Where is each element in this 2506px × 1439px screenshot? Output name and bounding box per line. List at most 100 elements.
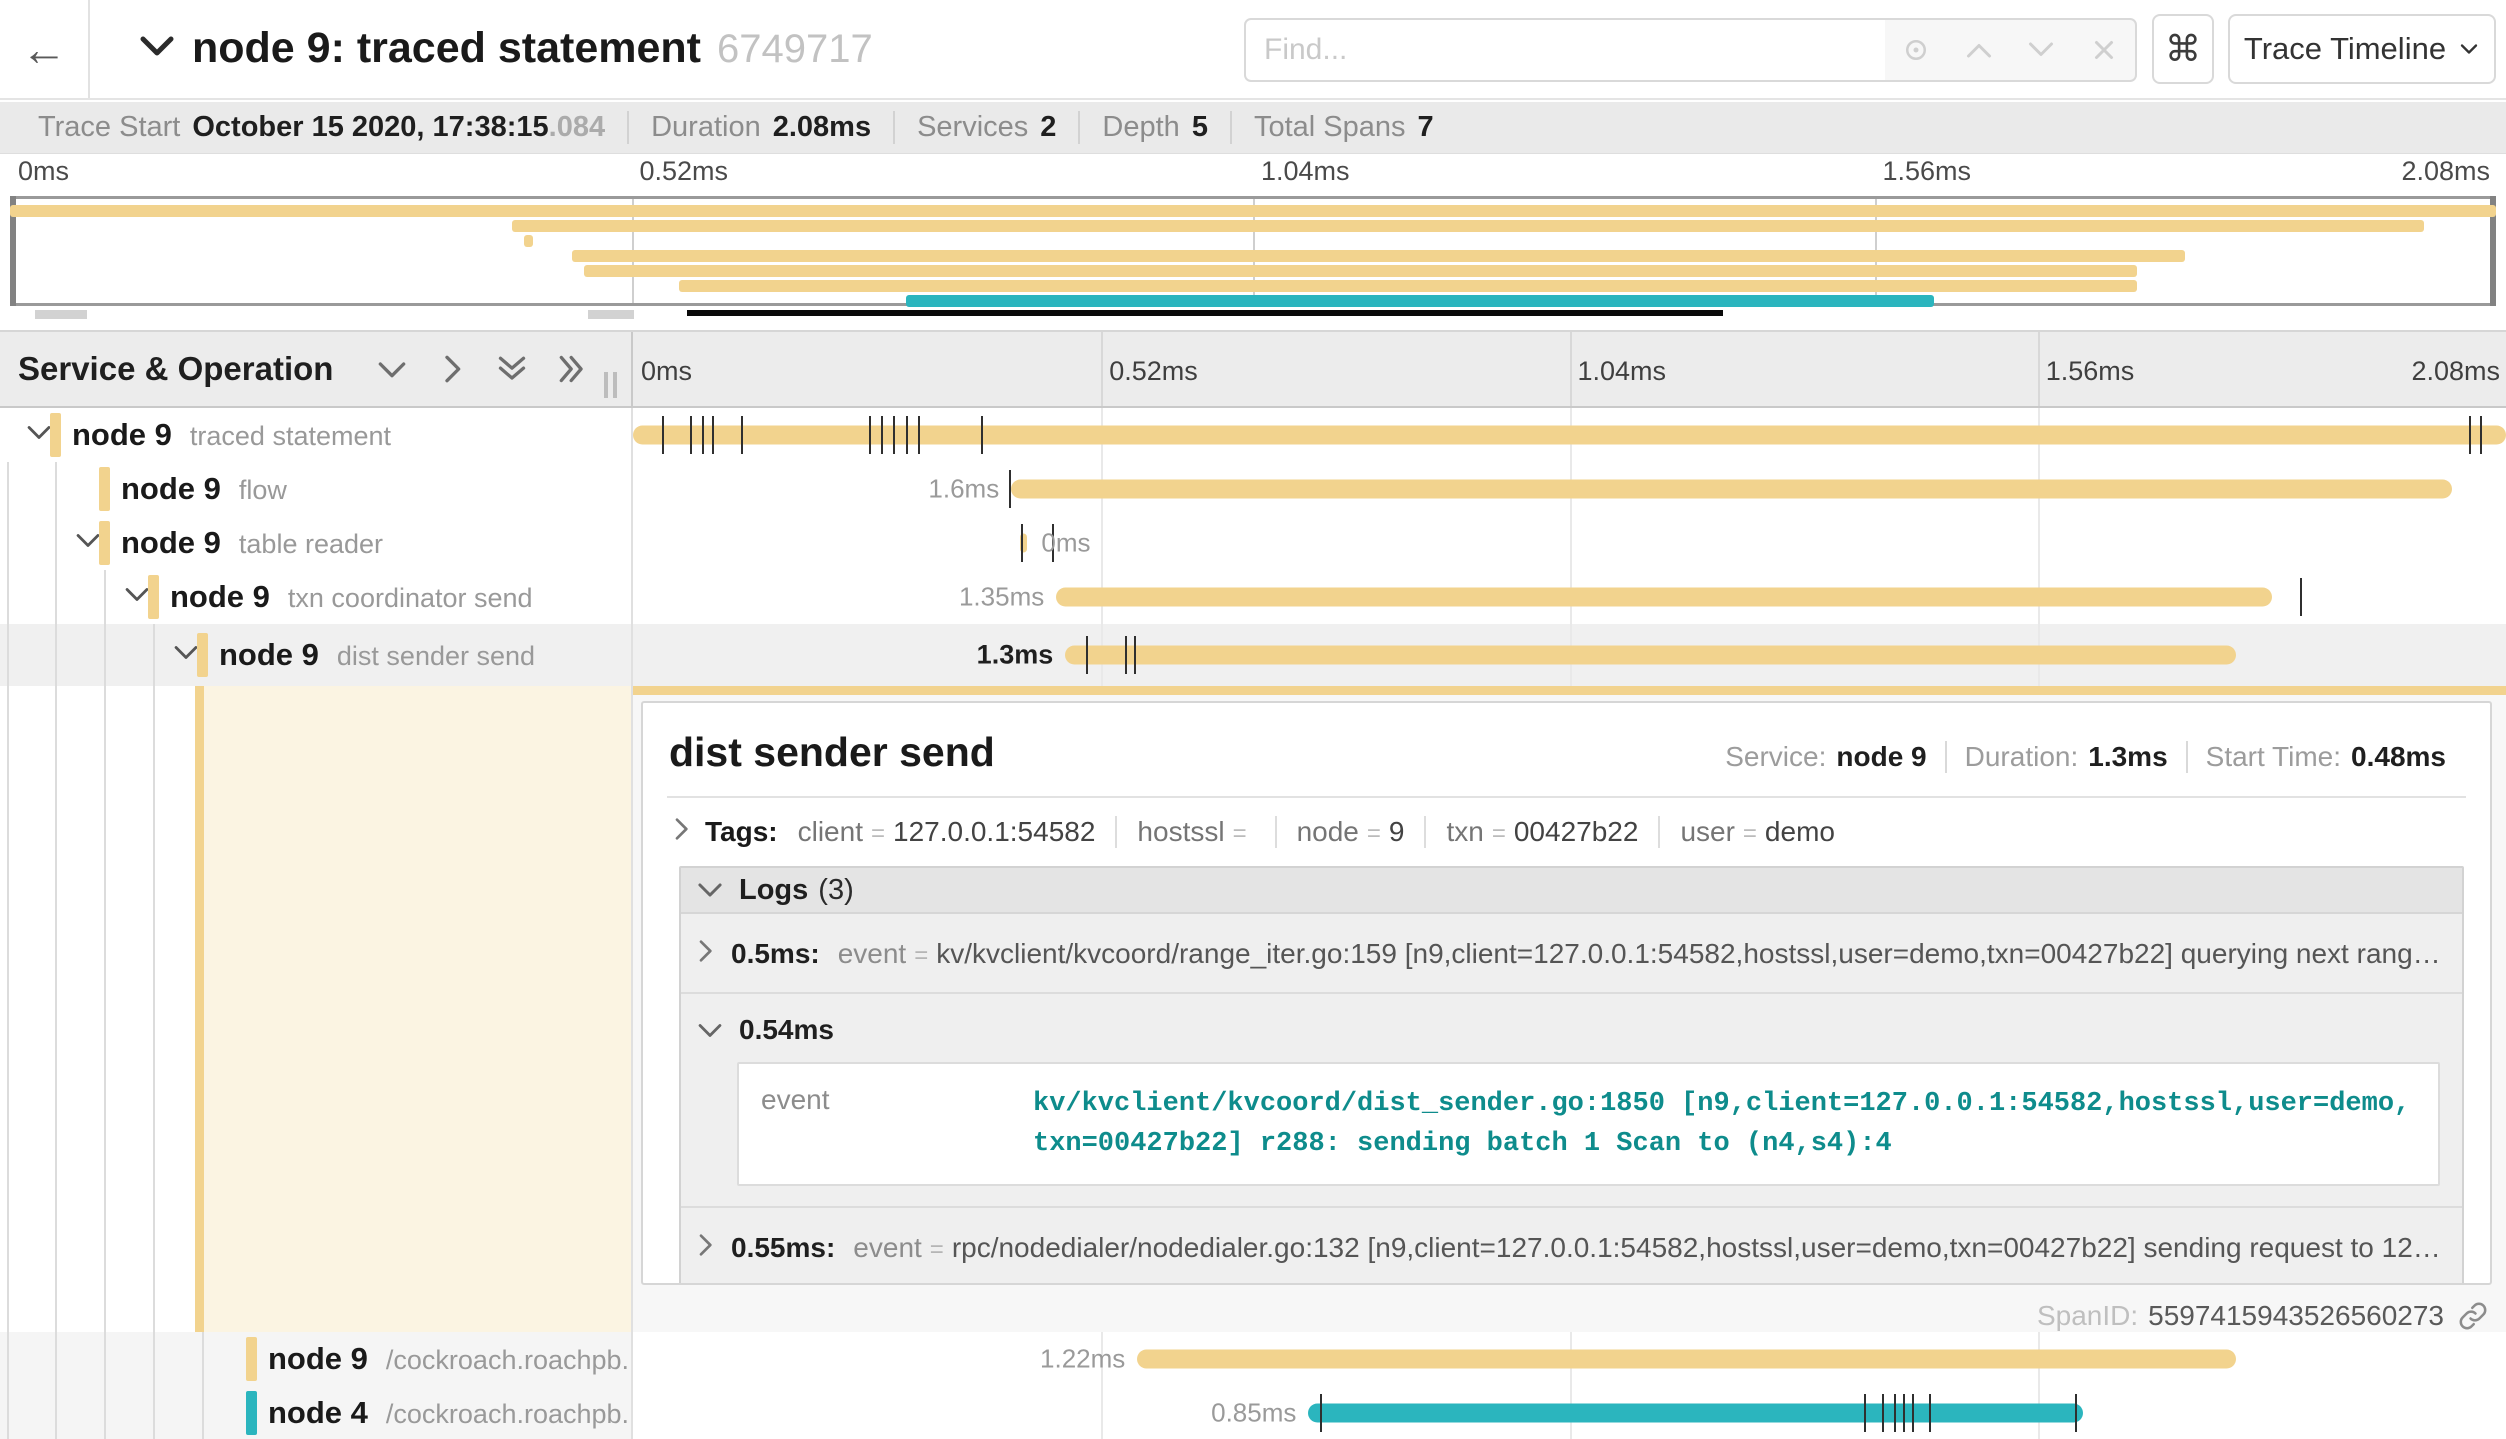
tag-key: txn	[1446, 816, 1483, 848]
log-marker	[1882, 1394, 1884, 1432]
span-service-name: node 9	[121, 525, 221, 561]
log-equals: =	[914, 942, 928, 970]
span-row[interactable]: node 9/cockroach.roachpb.I...1.22ms	[0, 1332, 2506, 1386]
span-row[interactable]: node 9txn coordinator send1.35ms	[0, 570, 2506, 624]
span-bar[interactable]	[1056, 588, 2272, 607]
minimap-range-chip-right[interactable]	[588, 310, 634, 319]
tree-chevron-down-icon[interactable]	[173, 644, 199, 666]
span-bar[interactable]	[1065, 646, 2236, 665]
span-tree-cell[interactable]: node 9flow	[0, 462, 633, 516]
log-timestamp: 0.54ms	[739, 1014, 834, 1046]
span-timeline-cell[interactable]: 1.35ms	[633, 570, 2506, 624]
span-bar[interactable]	[1137, 1350, 2236, 1369]
minimap-canvas[interactable]	[10, 196, 2496, 306]
span-stat-value: node 9	[1836, 741, 1926, 773]
jaeger-trace-view: ← node 9: traced statement6749717	[0, 0, 2506, 1439]
span-bar[interactable]	[633, 426, 2506, 445]
span-timeline-cell[interactable]	[633, 408, 2506, 462]
span-color-bar	[148, 575, 159, 619]
tag-key: user	[1680, 816, 1734, 848]
span-stat-label: Service:	[1725, 741, 1826, 773]
span-bar[interactable]	[1308, 1404, 2082, 1423]
minimap-range-chip-left[interactable]	[35, 310, 87, 319]
find-controls	[1885, 18, 2137, 82]
span-timeline-cell[interactable]: 0ms	[633, 516, 2506, 570]
span-timeline-cell[interactable]: 1.6ms	[633, 462, 2506, 516]
chevron-down-icon	[697, 1014, 723, 1046]
log-entry[interactable]: 0.55ms:event=rpc/nodedialer/nodedialer.g…	[681, 1206, 2462, 1285]
time-tick-label: 0.52ms	[632, 156, 729, 187]
tree-chevron-down-icon[interactable]	[75, 532, 101, 554]
span-id-label: SpanID:	[2037, 1300, 2138, 1332]
span-name-line: node 9traced statement	[72, 417, 391, 453]
tags-toggle-row[interactable]: Tags: client=127.0.0.1:54582hostssl=node…	[667, 798, 2466, 862]
trace-name: node 9: traced statement	[192, 24, 701, 72]
back-button[interactable]: ←	[0, 0, 90, 98]
trace-info-item: Duration2.08ms	[627, 111, 893, 144]
span-color-bar	[99, 467, 110, 511]
logs-header[interactable]: Logs (3)	[681, 868, 2462, 914]
span-bar[interactable]	[1011, 480, 2452, 499]
keyboard-shortcuts-button[interactable]: ⌘	[2152, 14, 2214, 84]
span-row[interactable]: node 9flow1.6ms	[0, 462, 2506, 516]
locate-icon[interactable]	[1899, 33, 1933, 67]
span-stat: Service: node 9	[1707, 741, 1944, 773]
minimap-span-bar	[10, 205, 2496, 217]
span-row[interactable]: node 9traced statement	[0, 408, 2506, 462]
tree-guide-line	[7, 1332, 9, 1386]
tree-chevron-down-icon[interactable]	[26, 424, 52, 446]
tag-item: hostssl=	[1115, 816, 1274, 848]
tree-guide-line	[153, 1332, 155, 1386]
span-tree-cell[interactable]: node 4/cockroach.roachpb.I...	[0, 1386, 633, 1439]
span-row[interactable]: node 4/cockroach.roachpb.I... 0.85ms	[0, 1386, 2506, 1439]
log-marker	[662, 416, 664, 454]
tag-items: client=127.0.0.1:54582hostssl=node=9txn=…	[798, 816, 1855, 848]
span-row[interactable]: node 9dist sender send 1.3ms	[0, 624, 2506, 686]
trace-collapse-chevron-icon[interactable]	[138, 34, 176, 63]
time-tick-label: 0ms	[10, 156, 69, 187]
log-entries: 0.5ms:event=kv/kvclient/kvcoord/range_it…	[681, 914, 2462, 1285]
span-tree-cell[interactable]: node 9/cockroach.roachpb.I...	[0, 1332, 633, 1386]
log-entry-expanded-header[interactable]: 0.54ms	[681, 994, 2462, 1060]
collapse-all-icon[interactable]	[497, 354, 527, 384]
span-operation-name: /cockroach.roachpb.I...	[386, 1345, 633, 1376]
timeline-header-row: Service & Operation 0ms0.52ms1.04ms1.56m…	[0, 330, 2506, 408]
tree-guide-line	[104, 1332, 106, 1386]
find-next-icon[interactable]	[2024, 33, 2058, 67]
span-timeline-cell[interactable]: 1.22ms	[633, 1332, 2506, 1386]
expand-one-icon[interactable]	[437, 354, 467, 384]
time-tick-label: 1.04ms	[1253, 156, 1350, 187]
span-timeline-cell[interactable]: 0.85ms	[633, 1386, 2506, 1439]
tree-guide-line	[153, 624, 155, 686]
view-selector-button[interactable]: Trace Timeline	[2228, 14, 2496, 84]
span-timeline-cell[interactable]: 1.3ms	[633, 624, 2506, 686]
minimap-scroll-thumb[interactable]	[687, 310, 1723, 316]
span-color-bar	[246, 1337, 257, 1381]
tree-guide-line	[55, 1386, 57, 1439]
trace-info-suffix: .084	[549, 111, 605, 144]
deep-link-icon[interactable]	[2458, 1301, 2488, 1331]
span-color-bar	[246, 1391, 257, 1435]
span-tree-cell[interactable]: node 9traced statement	[0, 408, 633, 462]
collapse-one-icon[interactable]	[377, 354, 407, 384]
trace-info-label: Depth	[1102, 111, 1179, 144]
time-tick-label: 1.56ms	[2038, 356, 2135, 387]
span-name-line: node 9dist sender send	[219, 637, 535, 673]
span-tree-cell[interactable]: node 9table reader	[0, 516, 633, 570]
tag-key: hostssl	[1137, 816, 1224, 848]
log-entry[interactable]: 0.5ms:event=kv/kvclient/kvcoord/range_it…	[681, 914, 2462, 994]
span-row[interactable]: node 9table reader0ms	[0, 516, 2506, 570]
span-duration-label: 0.85ms	[1211, 1398, 1308, 1429]
minimap-span-bar	[679, 280, 2137, 292]
span-detail-accent-bar	[633, 686, 2506, 695]
span-tree-cell[interactable]: node 9dist sender send	[0, 624, 633, 686]
time-tick-label: 2.08ms	[2401, 156, 2490, 187]
span-tree-cell[interactable]: node 9txn coordinator send	[0, 570, 633, 624]
find-clear-icon[interactable]	[2087, 33, 2121, 67]
find-input[interactable]	[1244, 18, 1887, 82]
find-prev-icon[interactable]	[1962, 33, 1996, 67]
span-color-bar	[50, 413, 61, 457]
panel-resize-handle[interactable]	[604, 372, 617, 398]
tree-chevron-down-icon[interactable]	[124, 586, 150, 608]
expand-all-icon[interactable]	[557, 354, 587, 384]
